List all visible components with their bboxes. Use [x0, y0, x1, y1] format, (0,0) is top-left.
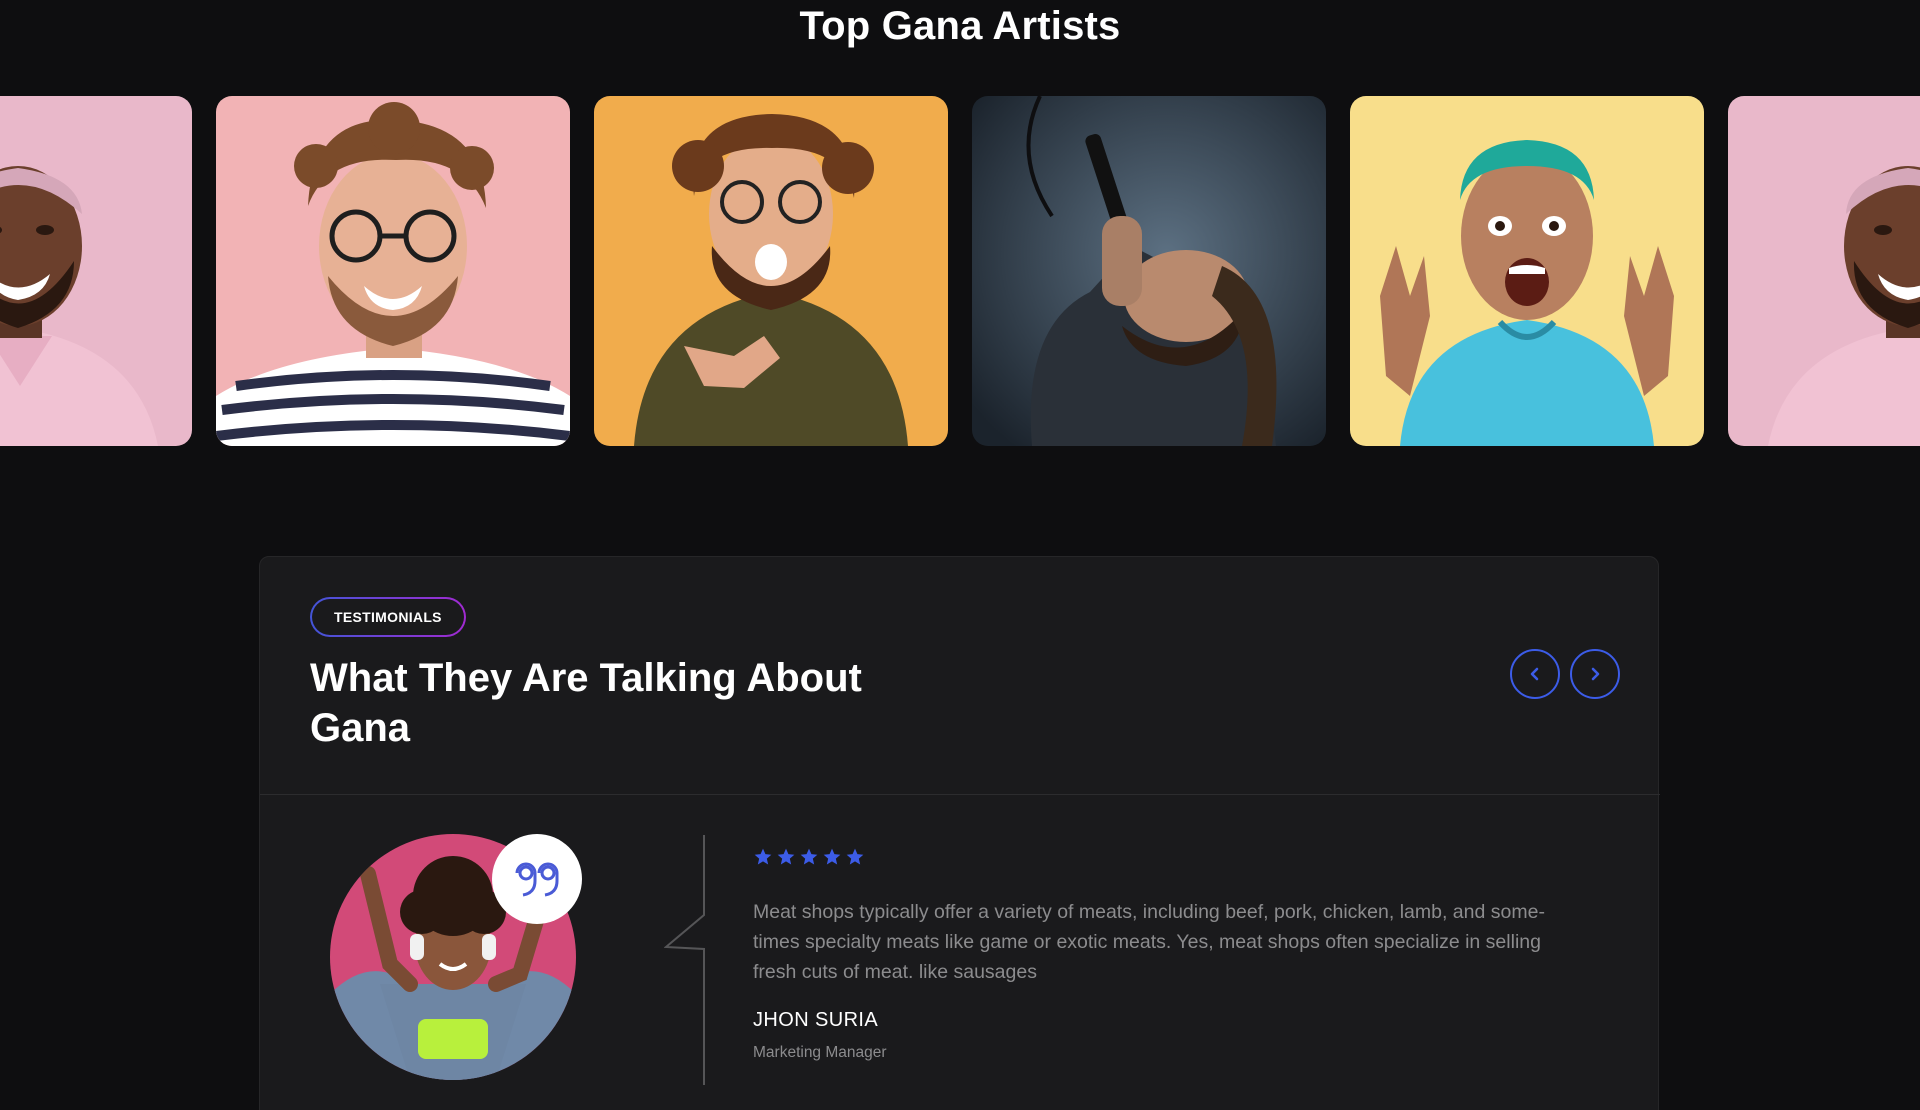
quote-icon: [515, 862, 559, 897]
artist-card[interactable]: [1728, 96, 1920, 446]
review-text: Meat shops typically offer a variety of …: [753, 901, 1545, 983]
chevron-left-icon: [1530, 667, 1539, 681]
quote-badge: [492, 834, 582, 924]
artist-card[interactable]: [1350, 96, 1704, 446]
artist-photo-pink-smiling-man: [1728, 96, 1920, 446]
artist-card[interactable]: [216, 96, 570, 446]
prev-testimonial-button[interactable]: [1510, 649, 1560, 699]
testimonials-badge: TESTIMONIALS: [310, 597, 466, 637]
artist-photo-singer-microphone: [972, 96, 1326, 446]
reviewer-role: Marketing Manager: [753, 1044, 887, 1061]
artist-carousel[interactable]: [0, 96, 1920, 446]
speech-tail-line: [664, 835, 705, 1085]
artist-card[interactable]: [594, 96, 948, 446]
artist-photo-pointing-man: [594, 96, 948, 446]
star-icon: [846, 848, 864, 865]
chevron-right-icon: [1591, 667, 1600, 681]
artist-photo-pink-smiling-man: [0, 96, 192, 446]
artist-card[interactable]: [972, 96, 1326, 446]
section-title: Top Gana Artists: [799, 4, 1121, 48]
artist-card[interactable]: [0, 96, 192, 446]
rating-stars: [753, 847, 865, 867]
testimonial-card: TESTIMONIALS What They Are Talking About…: [259, 556, 1660, 1110]
page: Top Gana Artists TESTIMONIALS What They …: [0, 0, 1920, 1110]
star-icon: [777, 848, 795, 865]
next-testimonial-button[interactable]: [1570, 649, 1620, 699]
star-icon: [823, 848, 841, 865]
artist-photo-curly-glasses-man: [216, 96, 570, 446]
divider: [260, 794, 1660, 795]
testimonials-heading: What They Are Talking About Gana: [310, 656, 862, 750]
star-icon: [754, 848, 772, 865]
artist-photo-excited-teal-hair-man: [1350, 96, 1704, 446]
reviewer-name: JHON SURIA: [753, 1009, 879, 1031]
star-icon: [800, 848, 818, 865]
